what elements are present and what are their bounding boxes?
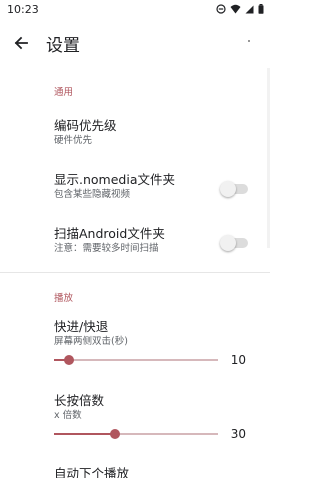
- pref-scan-android[interactable]: 扫描Android文件夹 注意：需要较多时间扫描: [0, 226, 270, 266]
- scroll-edge-shadow: [267, 68, 270, 248]
- switch-thumb: [220, 181, 236, 197]
- pref-summary: x 倍数: [54, 410, 82, 421]
- pref-long-press-multiplier: 长按倍数 x 倍数: [0, 393, 270, 422]
- pref-title: 自动下个播放: [54, 466, 130, 478]
- slider-thumb[interactable]: [63, 355, 74, 365]
- long-press-slider[interactable]: [54, 429, 218, 439]
- wifi-icon: [230, 4, 241, 14]
- pref-title: 快进/快退: [54, 319, 109, 334]
- signal-icon: [245, 5, 254, 14]
- do-not-disturb-icon: [216, 4, 226, 14]
- overflow-menu-icon[interactable]: [248, 40, 250, 42]
- app-bar: 设置: [0, 18, 270, 68]
- long-press-slider-row: 30: [0, 422, 270, 446]
- pref-next-item-partial[interactable]: 自动下个播放: [0, 466, 270, 478]
- arrow-back-icon: [14, 36, 28, 50]
- seek-slider-value: 10: [230, 353, 246, 367]
- page-title: 设置: [46, 35, 80, 56]
- status-bar: 10:23: [0, 0, 270, 18]
- long-press-slider-value: 30: [230, 427, 246, 441]
- nomedia-toggle-switch[interactable]: [220, 181, 248, 197]
- status-icons: [216, 4, 264, 14]
- pref-decode-priority[interactable]: 编码优先级 硬件优先: [0, 118, 270, 158]
- seek-slider[interactable]: [54, 355, 218, 365]
- android-folder-toggle-switch[interactable]: [220, 235, 248, 251]
- status-time: 10:23: [7, 2, 39, 16]
- slider-thumb[interactable]: [109, 429, 120, 439]
- pref-summary: 硬件优先: [54, 135, 93, 146]
- section-header-general: 通用: [54, 87, 74, 98]
- pref-title: 长按倍数: [54, 393, 105, 408]
- pref-seek-step: 快进/快退 屏幕两侧双击(秒): [0, 319, 270, 348]
- back-button[interactable]: [0, 18, 42, 68]
- battery-icon: [258, 4, 264, 14]
- pref-show-nomedia[interactable]: 显示.nomedia文件夹 包含某些隐藏视频: [0, 172, 270, 212]
- switch-thumb: [220, 235, 236, 251]
- section-divider: [0, 272, 270, 273]
- slider-fill: [54, 433, 115, 435]
- section-header-playback: 播放: [54, 293, 74, 304]
- pref-summary: 屏幕两侧双击(秒): [54, 336, 128, 347]
- seek-slider-row: 10: [0, 348, 270, 372]
- pref-title: 编码优先级: [54, 118, 117, 133]
